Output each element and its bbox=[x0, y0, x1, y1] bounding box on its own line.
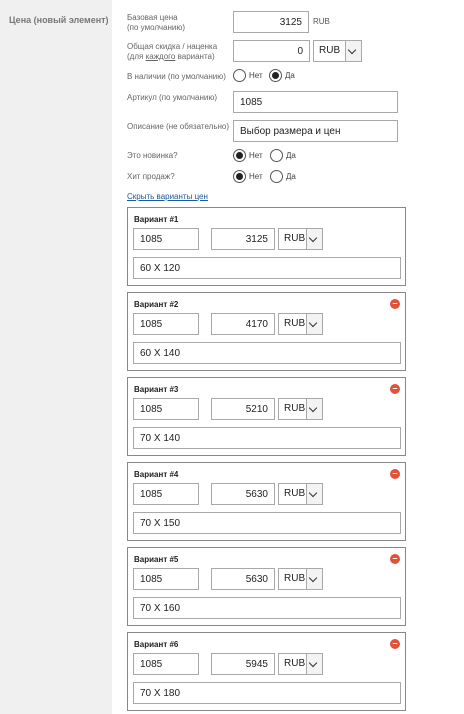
sku-input[interactable] bbox=[233, 91, 398, 113]
in-stock-no-label: Нет bbox=[249, 71, 263, 80]
variant-description-input[interactable] bbox=[133, 597, 401, 619]
variant-description-input[interactable] bbox=[133, 342, 401, 364]
chevron-down-icon bbox=[306, 484, 322, 504]
remove-circle-icon[interactable]: – bbox=[390, 639, 400, 649]
variant-title: Вариант #4 bbox=[134, 470, 179, 479]
in-stock-label: В наличии (по умолчанию) bbox=[127, 72, 226, 81]
chevron-down-icon bbox=[306, 399, 322, 419]
base-price-input[interactable] bbox=[233, 11, 309, 33]
base-price-unit: RUB bbox=[313, 17, 330, 26]
sidebar: Цена (новый элемент) bbox=[0, 0, 112, 714]
variant-currency-select[interactable]: RUB bbox=[278, 228, 323, 250]
description-input[interactable] bbox=[233, 120, 398, 142]
sku-label: Артикул (по умолчанию) bbox=[127, 93, 218, 102]
is-new-no-label: Нет bbox=[249, 151, 263, 160]
base-price-label: Базовая цена (по умолчанию) bbox=[127, 13, 186, 32]
variant-card: Вариант #5 – RUB bbox=[127, 547, 406, 626]
is-new-yes-radio[interactable] bbox=[270, 149, 283, 162]
remove-circle-icon[interactable]: – bbox=[390, 299, 400, 309]
variant-currency-select[interactable]: RUB bbox=[278, 568, 323, 590]
description-label: Описание (не обязательно) bbox=[127, 122, 230, 131]
variant-sku-input[interactable] bbox=[133, 653, 199, 675]
variant-card: Вариант #6 – RUB bbox=[127, 632, 406, 711]
variant-sku-input[interactable] bbox=[133, 483, 199, 505]
variant-price-input[interactable] bbox=[211, 568, 275, 590]
variant-price-input[interactable] bbox=[211, 653, 275, 675]
discount-input[interactable] bbox=[233, 40, 310, 62]
variant-price-input[interactable] bbox=[211, 313, 275, 335]
variant-title: Вариант #3 bbox=[134, 385, 179, 394]
is-hit-no-radio[interactable] bbox=[233, 170, 246, 183]
is-hit-yes-label: Да bbox=[286, 172, 296, 181]
variant-sku-input[interactable] bbox=[133, 313, 199, 335]
variant-description-input[interactable] bbox=[133, 512, 401, 534]
remove-circle-icon[interactable]: – bbox=[390, 554, 400, 564]
section-title: Цена (новый элемент) bbox=[9, 15, 109, 25]
variant-price-input[interactable] bbox=[211, 228, 275, 250]
variant-currency-select[interactable]: RUB bbox=[278, 313, 323, 335]
chevron-down-icon bbox=[306, 654, 322, 674]
variant-title: Вариант #5 bbox=[134, 555, 179, 564]
is-new-label: Это новинка? bbox=[127, 151, 178, 160]
variant-card: Вариант #4 – RUB bbox=[127, 462, 406, 541]
chevron-down-icon bbox=[306, 569, 322, 589]
in-stock-yes-radio[interactable] bbox=[269, 69, 282, 82]
variant-price-input[interactable] bbox=[211, 483, 275, 505]
variant-card: Вариант #3 – RUB bbox=[127, 377, 406, 456]
variant-currency-select[interactable]: RUB bbox=[278, 483, 323, 505]
discount-label: Общая скидка / наценка (для каждого вари… bbox=[127, 42, 218, 61]
is-hit-no-label: Нет bbox=[249, 172, 263, 181]
is-new-no-radio[interactable] bbox=[233, 149, 246, 162]
remove-circle-icon[interactable]: – bbox=[390, 384, 400, 394]
variant-card: Вариант #2 – RUB bbox=[127, 292, 406, 371]
variant-description-input[interactable] bbox=[133, 427, 401, 449]
variant-sku-input[interactable] bbox=[133, 568, 199, 590]
discount-currency-select[interactable]: RUB bbox=[313, 40, 362, 62]
variant-currency-select[interactable]: RUB bbox=[278, 398, 323, 420]
variant-sku-input[interactable] bbox=[133, 228, 199, 250]
variant-title: Вариант #2 bbox=[134, 300, 179, 309]
remove-circle-icon[interactable]: – bbox=[390, 469, 400, 479]
variant-description-input[interactable] bbox=[133, 257, 401, 279]
chevron-down-icon bbox=[306, 314, 322, 334]
in-stock-yes-label: Да bbox=[285, 71, 295, 80]
variant-title: Вариант #6 bbox=[134, 640, 179, 649]
variant-sku-input[interactable] bbox=[133, 398, 199, 420]
toggle-variants-link[interactable]: Скрыть варианты цен bbox=[127, 192, 208, 201]
is-hit-yes-radio[interactable] bbox=[270, 170, 283, 183]
variant-price-input[interactable] bbox=[211, 398, 275, 420]
chevron-down-icon bbox=[345, 41, 361, 61]
chevron-down-icon bbox=[306, 229, 322, 249]
variant-card: Вариант #1 RUB bbox=[127, 207, 406, 286]
is-new-yes-label: Да bbox=[286, 151, 296, 160]
variant-currency-select[interactable]: RUB bbox=[278, 653, 323, 675]
variant-description-input[interactable] bbox=[133, 682, 401, 704]
is-hit-label: Хит продаж? bbox=[127, 172, 175, 181]
variant-title: Вариант #1 bbox=[134, 215, 179, 224]
in-stock-no-radio[interactable] bbox=[233, 69, 246, 82]
